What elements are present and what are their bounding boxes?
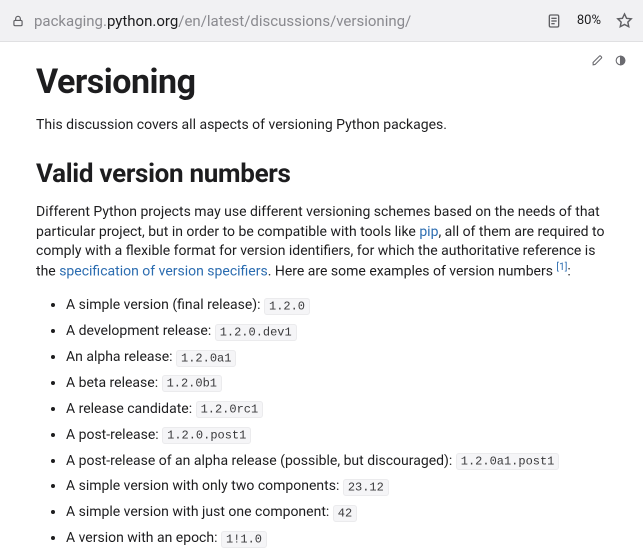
section-heading: Valid version numbers — [36, 159, 607, 189]
list-item-label: A version with an epoch: — [66, 530, 221, 546]
edit-icon[interactable] — [591, 54, 604, 71]
versions-list: A simple version (final release): 1.2.0A… — [36, 296, 607, 548]
list-item-label: A simple version with just one component… — [66, 504, 333, 520]
version-code: 23.12 — [343, 479, 389, 496]
section-paragraph: Different Python projects may use differ… — [36, 203, 607, 282]
footnote-ref[interactable]: [1] — [556, 262, 567, 273]
list-item: A simple version with only two component… — [66, 477, 607, 496]
list-item-label: An alpha release: — [66, 349, 176, 365]
url-prefix: packaging. — [34, 12, 107, 30]
lock-icon — [10, 13, 26, 29]
version-code: 1.2.0rc1 — [196, 401, 264, 418]
list-item-label: A development release: — [66, 323, 215, 339]
version-code: 1.2.0.post1 — [162, 427, 251, 444]
list-item-label: A release candidate: — [66, 401, 196, 417]
version-code: 1.2.0.dev1 — [215, 324, 297, 341]
url-display[interactable]: packaging.python.org/en/latest/discussio… — [34, 12, 537, 30]
reader-mode-icon[interactable] — [545, 12, 563, 30]
page-tool-icons — [591, 54, 627, 71]
para-text: : — [567, 264, 570, 280]
version-code: 1.2.0b1 — [162, 375, 222, 392]
version-code: 1.2.0 — [264, 298, 310, 315]
version-code: 1.2.0a1 — [176, 350, 236, 367]
version-code: 42 — [333, 505, 357, 522]
para-text: . Here are some examples of version numb… — [268, 264, 557, 280]
page-title: Versioning — [36, 62, 607, 102]
page-content: Versioning This discussion covers all as… — [0, 42, 643, 548]
list-item: A release candidate: 1.2.0rc1 — [66, 400, 607, 419]
version-code: 1!1.0 — [221, 531, 267, 548]
theme-toggle-icon[interactable] — [614, 54, 627, 71]
list-item-label: A post-release: — [66, 427, 162, 443]
list-item-label: A beta release: — [66, 375, 162, 391]
zoom-level[interactable]: 80% — [571, 11, 607, 30]
list-item-label: A post-release of an alpha release (poss… — [66, 453, 456, 469]
list-item: A version with an epoch: 1!1.0 — [66, 529, 607, 548]
version-code: 1.2.0a1.post1 — [456, 453, 560, 470]
bookmark-star-icon[interactable] — [615, 12, 633, 30]
url-host: python.org — [107, 12, 178, 30]
link-version-spec[interactable]: specification of version specifiers — [59, 264, 268, 280]
list-item-label: A simple version (final release): — [66, 297, 264, 313]
list-item: A development release: 1.2.0.dev1 — [66, 322, 607, 341]
list-item: A simple version with just one component… — [66, 503, 607, 522]
browser-address-bar: packaging.python.org/en/latest/discussio… — [0, 0, 643, 42]
link-pip[interactable]: pip — [419, 224, 438, 240]
list-item: A beta release: 1.2.0b1 — [66, 374, 607, 393]
intro-paragraph: This discussion covers all aspects of ve… — [36, 116, 607, 135]
list-item: A post-release of an alpha release (poss… — [66, 452, 607, 471]
list-item-label: A simple version with only two component… — [66, 478, 343, 494]
list-item: A simple version (final release): 1.2.0 — [66, 296, 607, 315]
list-item: A post-release: 1.2.0.post1 — [66, 426, 607, 445]
url-path: /en/latest/discussions/versioning/ — [178, 12, 411, 30]
list-item: An alpha release: 1.2.0a1 — [66, 348, 607, 367]
